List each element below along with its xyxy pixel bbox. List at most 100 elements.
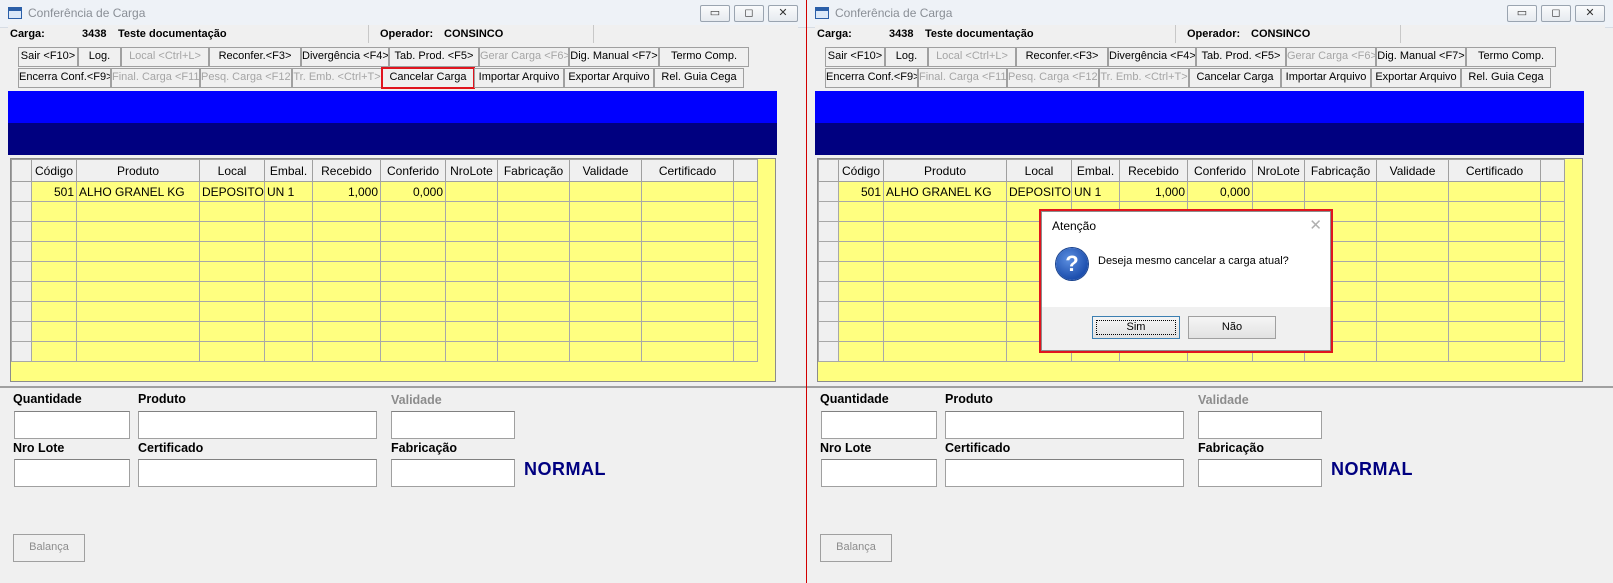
- cell-local[interactable]: [199, 221, 265, 242]
- cell-recebido[interactable]: [312, 321, 381, 342]
- cell-validade[interactable]: [569, 281, 642, 302]
- cell-nrolote[interactable]: [445, 321, 498, 342]
- table-row[interactable]: [11, 201, 758, 222]
- cell-produto[interactable]: [883, 221, 1007, 242]
- column-header-codigo[interactable]: Código: [31, 159, 77, 182]
- cell-certificado[interactable]: [1448, 301, 1541, 322]
- cell-certificado[interactable]: [1448, 281, 1541, 302]
- cell-fabricacao[interactable]: [497, 221, 570, 242]
- table-row[interactable]: [11, 321, 758, 342]
- cell-certificado[interactable]: [1448, 241, 1541, 262]
- maximize-button[interactable]: ◻: [734, 5, 764, 22]
- encerra-conf-button[interactable]: Encerra Conf.<F9>: [18, 68, 111, 88]
- cell-codigo[interactable]: 501: [838, 181, 884, 202]
- cell-conferido[interactable]: [380, 321, 446, 342]
- cell-nrolote[interactable]: [445, 221, 498, 242]
- nro-lote-field[interactable]: [821, 459, 937, 487]
- row-header[interactable]: [818, 321, 839, 342]
- cell-codigo[interactable]: [31, 341, 77, 362]
- column-header-fabricacao[interactable]: Fabricação: [1304, 159, 1377, 182]
- cell-produto[interactable]: [76, 301, 200, 322]
- quantidade-field[interactable]: [821, 411, 937, 439]
- reconfer-button[interactable]: Reconfer.<F3>: [1016, 47, 1108, 67]
- cell-local[interactable]: [199, 281, 265, 302]
- column-header-produto[interactable]: Produto: [883, 159, 1007, 182]
- cell-certificado[interactable]: [641, 321, 734, 342]
- cell-codigo[interactable]: [31, 261, 77, 282]
- column-header-validade[interactable]: Validade: [1376, 159, 1449, 182]
- cell-produto[interactable]: [883, 201, 1007, 222]
- termo-comp-button[interactable]: Termo Comp.: [659, 47, 749, 67]
- cell-validade[interactable]: [569, 201, 642, 222]
- tab-prod-button[interactable]: Tab. Prod. <F5>: [1196, 47, 1286, 67]
- cell-validade[interactable]: [569, 341, 642, 362]
- cell-recebido[interactable]: [312, 241, 381, 262]
- row-header[interactable]: [818, 241, 839, 262]
- column-header-nrolote[interactable]: NroLote: [445, 159, 498, 182]
- cell-codigo[interactable]: [838, 261, 884, 282]
- cell-codigo[interactable]: [31, 321, 77, 342]
- cell-produto[interactable]: [76, 261, 200, 282]
- cell-validade[interactable]: [1376, 281, 1449, 302]
- cancelar-carga-button[interactable]: Cancelar Carga: [381, 67, 475, 89]
- encerra-conf-button[interactable]: Encerra Conf.<F9>: [825, 68, 918, 88]
- cell-validade[interactable]: [1376, 301, 1449, 322]
- certificado-field[interactable]: [138, 459, 377, 487]
- cell-validade[interactable]: [1376, 201, 1449, 222]
- sair-button[interactable]: Sair <F10>: [825, 47, 885, 67]
- cell-validade[interactable]: [1376, 221, 1449, 242]
- column-header-conferido[interactable]: Conferido: [1187, 159, 1253, 182]
- cell-certificado[interactable]: [1448, 341, 1541, 362]
- cell-fabricacao[interactable]: [497, 201, 570, 222]
- cell-codigo[interactable]: [31, 241, 77, 262]
- row-header[interactable]: [11, 221, 32, 242]
- cell-conferido[interactable]: [380, 201, 446, 222]
- log-button[interactable]: Log.: [78, 47, 121, 67]
- cell-codigo[interactable]: [838, 321, 884, 342]
- table-row[interactable]: [11, 281, 758, 302]
- validade-field[interactable]: [1198, 411, 1322, 439]
- column-header-embal[interactable]: Embal.: [1071, 159, 1120, 182]
- column-header-nrolote[interactable]: NroLote: [1252, 159, 1305, 182]
- cell-validade[interactable]: [1376, 261, 1449, 282]
- cell-nrolote[interactable]: [445, 261, 498, 282]
- cell-fabricacao[interactable]: [1304, 181, 1377, 202]
- cell-recebido[interactable]: [312, 281, 381, 302]
- tab-prod-button[interactable]: Tab. Prod. <F5>: [389, 47, 479, 67]
- balanca-button[interactable]: Balança: [820, 534, 892, 562]
- row-header[interactable]: [818, 341, 839, 362]
- cell-recebido[interactable]: 1,000: [312, 181, 381, 202]
- certificado-field[interactable]: [945, 459, 1184, 487]
- cell-recebido[interactable]: [312, 221, 381, 242]
- column-header-embal[interactable]: Embal.: [264, 159, 313, 182]
- cell-certificado[interactable]: [641, 221, 734, 242]
- items-grid[interactable]: Código Produto Local Embal. Recebido Conferid…: [10, 158, 776, 382]
- dig-manual-button[interactable]: Dig. Manual <F7>: [1376, 47, 1466, 67]
- cell-recebido[interactable]: [312, 341, 381, 362]
- cell-conferido[interactable]: 0,000: [1187, 181, 1253, 202]
- cell-validade[interactable]: [569, 221, 642, 242]
- cell-codigo[interactable]: [838, 241, 884, 262]
- cell-fabricacao[interactable]: [497, 241, 570, 262]
- cell-certificado[interactable]: [641, 181, 734, 202]
- cell-embal[interactable]: [264, 261, 313, 282]
- final-carga-button[interactable]: Final. Carga <F11>: [918, 68, 1007, 88]
- cell-conferido[interactable]: [380, 221, 446, 242]
- cell-local[interactable]: [199, 261, 265, 282]
- cell-validade[interactable]: [569, 241, 642, 262]
- cell-conferido[interactable]: [380, 341, 446, 362]
- cell-certificado[interactable]: [641, 201, 734, 222]
- importar-arquivo-button[interactable]: Importar Arquivo: [1281, 68, 1371, 88]
- balanca-button[interactable]: Balança: [13, 534, 85, 562]
- column-header-fabricacao[interactable]: Fabricação: [497, 159, 570, 182]
- row-header[interactable]: [11, 281, 32, 302]
- column-header-certificado[interactable]: Certificado: [641, 159, 734, 182]
- importar-arquivo-button[interactable]: Importar Arquivo: [474, 68, 564, 88]
- cell-conferido[interactable]: [380, 261, 446, 282]
- cell-embal[interactable]: UN 1: [1071, 181, 1120, 202]
- row-header[interactable]: [11, 341, 32, 362]
- table-row[interactable]: [11, 341, 758, 362]
- cell-certificado[interactable]: [641, 261, 734, 282]
- gerar-carga-button[interactable]: Gerar Carga <F6>: [479, 47, 569, 67]
- cell-codigo[interactable]: 501: [31, 181, 77, 202]
